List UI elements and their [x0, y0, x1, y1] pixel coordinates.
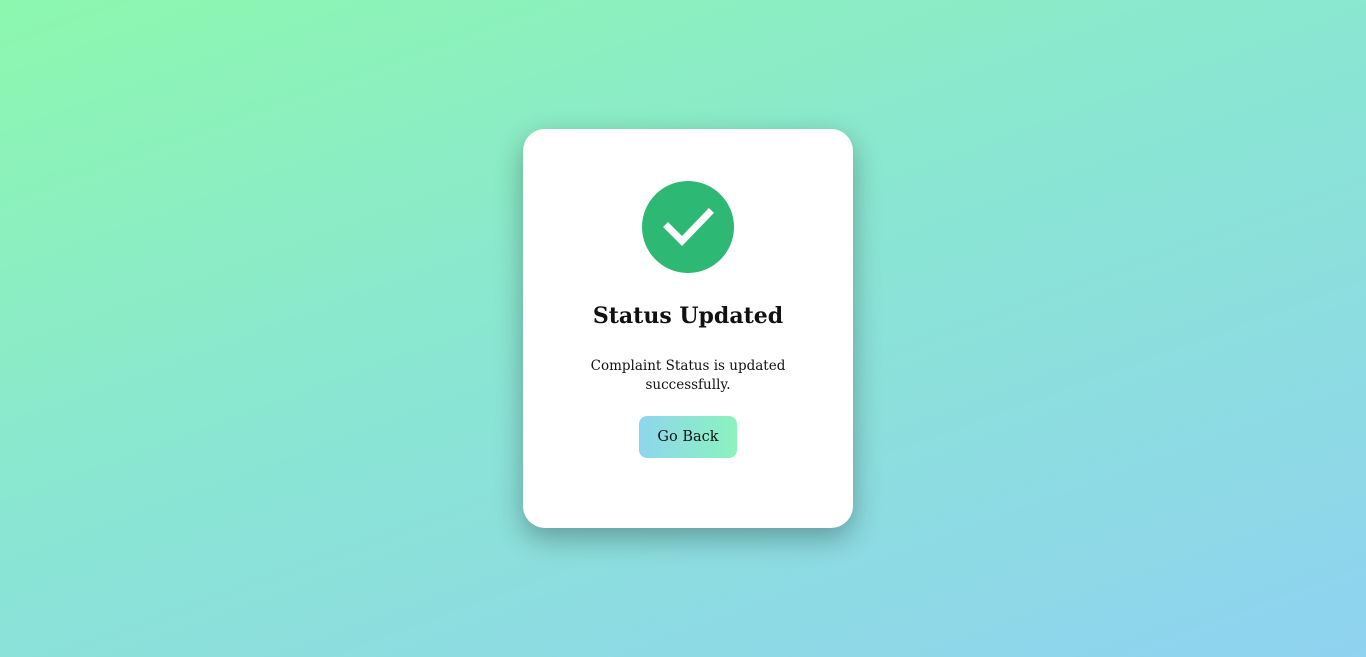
- checkmark-icon: [663, 208, 714, 246]
- go-back-button[interactable]: Go Back: [639, 416, 737, 458]
- dialog-message: Complaint Status is updated successfully…: [590, 358, 786, 393]
- check-circle-icon: [642, 181, 734, 273]
- dialog-title: Status Updated: [592, 303, 784, 329]
- status-dialog-card: Status Updated Complaint Status is updat…: [523, 129, 853, 528]
